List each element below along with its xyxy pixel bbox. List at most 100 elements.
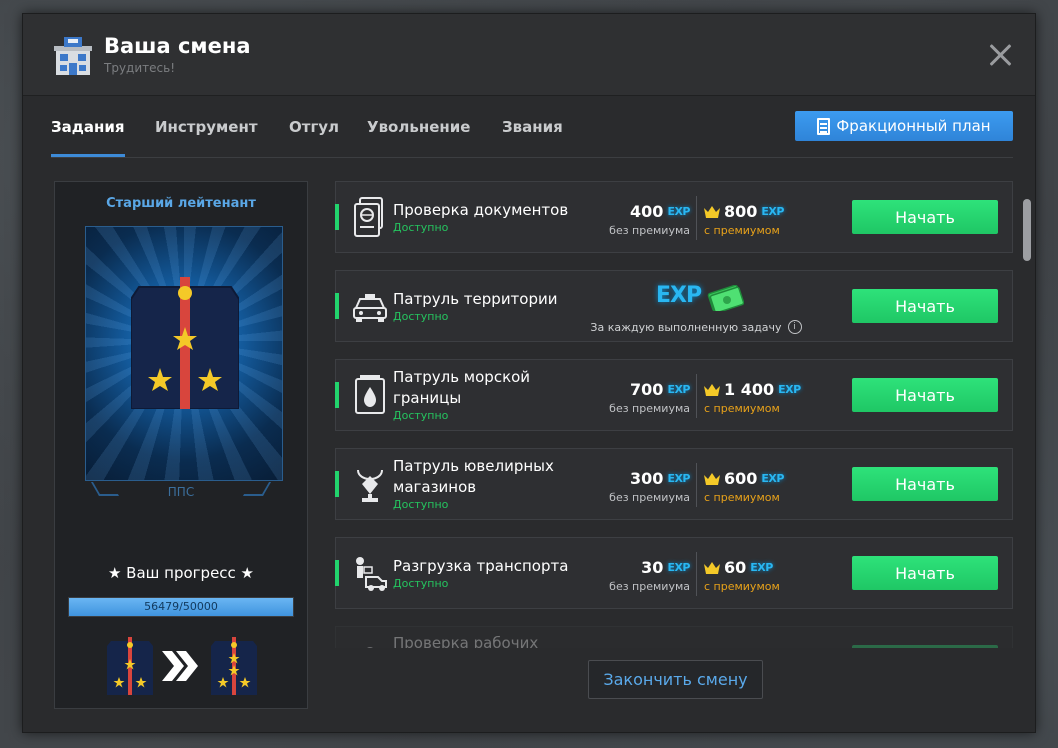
task-accent	[335, 471, 339, 497]
exp-icon: EXP	[667, 383, 690, 396]
task-accent	[335, 293, 339, 319]
start-button[interactable]: Начать	[852, 556, 998, 590]
crown-icon	[704, 472, 720, 485]
reward-divider	[696, 552, 697, 596]
task-accent	[335, 204, 339, 230]
per-task-reward: EXP За каждую выполненную задачу i	[586, 279, 806, 339]
start-button[interactable]: Начать	[852, 289, 998, 323]
rank-title: Старший лейтенант	[106, 196, 256, 211]
police-station-icon	[54, 37, 92, 75]
window-header: Ваша смена Трудитесь!	[23, 14, 1035, 96]
tabs-divider	[51, 157, 1013, 158]
exp-icon: EXP	[667, 205, 690, 218]
reward-premium-value: 60	[724, 558, 747, 577]
window-subtitle: Трудитесь!	[104, 61, 175, 75]
task-status: Доступно	[393, 577, 449, 590]
task-status: Доступно	[393, 409, 449, 422]
task-item: Проверка документов Доступно 400 EXP без …	[335, 181, 1013, 253]
jewelry-icon	[357, 469, 383, 502]
task-name: Патруль территории	[393, 290, 558, 308]
task-accent	[335, 382, 339, 408]
crown-icon	[704, 205, 720, 218]
task-item: Проверка рабочих	[335, 626, 1013, 648]
task-name: Проверка рабочих	[393, 634, 539, 648]
reward-base: 700 EXP без премиума	[609, 380, 690, 415]
no-premium-label: без премиума	[609, 402, 690, 415]
faction-plan-button[interactable]: Фракционный план	[795, 111, 1013, 141]
crown-icon	[704, 561, 720, 574]
window-title: Ваша смена	[104, 34, 251, 58]
finish-shift-button[interactable]: Закончить смену	[588, 660, 763, 699]
epaulette-icon	[131, 277, 239, 409]
task-name: Патруль ювелирных магазинов	[393, 457, 554, 496]
task-list: Проверка документов Доступно 400 EXP без …	[335, 181, 1015, 648]
rank-upgrade-preview	[107, 637, 257, 695]
double-chevron-icon	[162, 651, 198, 681]
start-button[interactable]: Начать	[852, 378, 998, 412]
task-name: Разгрузка транспорта	[393, 557, 569, 575]
task-accent	[335, 560, 339, 586]
exp-icon: EXP	[656, 283, 702, 308]
reward-divider	[696, 463, 697, 507]
task-name: Проверка документов	[393, 201, 569, 219]
exp-icon: EXP	[778, 383, 801, 396]
start-button[interactable]	[852, 645, 998, 648]
progress-bar: 56479/50000	[68, 597, 294, 617]
reward-premium: 600 EXP с премиумом	[704, 469, 784, 504]
tab-ranks[interactable]: Звания	[502, 118, 563, 136]
rank-card	[85, 226, 283, 481]
task-list-scrollbar[interactable]	[1023, 199, 1031, 261]
reward-base-value: 700	[630, 380, 664, 399]
loader-truck-icon	[356, 557, 387, 591]
tab-tasks[interactable]: Задания	[51, 118, 125, 136]
exp-icon: EXP	[761, 472, 784, 485]
no-premium-label: без премиума	[609, 580, 690, 593]
reward-premium-value: 1 400	[724, 380, 775, 399]
tab-resignation[interactable]: Увольнение	[367, 118, 470, 136]
task-item: Патруль территории Доступно EXP За кажду…	[335, 270, 1013, 342]
next-rank-epaulette-icon	[211, 637, 257, 695]
start-button[interactable]: Начать	[852, 467, 998, 501]
reward-premium-value: 800	[724, 202, 758, 221]
progress-label: ★ Ваш прогресс ★	[107, 564, 255, 582]
car-icon	[353, 294, 387, 322]
info-icon[interactable]: i	[787, 320, 802, 334]
rank-department: ППС	[167, 485, 195, 499]
exp-icon: EXP	[750, 561, 773, 574]
with-premium-label: с премиумом	[704, 580, 780, 593]
buoy-icon	[355, 375, 385, 414]
reward-base-value: 30	[641, 558, 664, 577]
tab-day-off[interactable]: Отгул	[289, 118, 339, 136]
with-premium-label: с премиумом	[704, 224, 780, 237]
worker-icon	[367, 647, 373, 648]
task-status: Доступно	[393, 310, 449, 323]
start-button[interactable]: Начать	[852, 200, 998, 234]
reward-premium: 1 400 EXP с премиумом	[704, 380, 801, 415]
crown-icon	[704, 383, 720, 396]
reward-base-value: 300	[630, 469, 664, 488]
reward-premium: 800 EXP с премиумом	[704, 202, 784, 237]
current-rank-epaulette-icon	[107, 637, 153, 695]
exp-icon: EXP	[667, 472, 690, 485]
reward-base: 30 EXP без премиума	[609, 558, 690, 593]
no-premium-label: без премиума	[609, 491, 690, 504]
with-premium-label: с премиумом	[704, 491, 780, 504]
document-icon	[817, 117, 831, 135]
reward-premium-value: 600	[724, 469, 758, 488]
exp-icon: EXP	[667, 561, 690, 574]
reward-base: 300 EXP без премиума	[609, 469, 690, 504]
task-status: Доступно	[393, 498, 449, 511]
money-icon	[707, 285, 744, 311]
progress-text: 56479/50000	[144, 600, 218, 613]
faction-plan-label: Фракционный план	[836, 117, 991, 135]
task-name: Патруль морской границы	[393, 368, 531, 407]
no-premium-label: без премиума	[609, 224, 690, 237]
tab-tools[interactable]: Инструмент	[155, 118, 258, 136]
with-premium-label: с премиумом	[704, 402, 780, 415]
shift-window: Ваша смена Трудитесь! Задания Инструмент…	[22, 13, 1036, 733]
close-button[interactable]	[987, 42, 1013, 68]
each-task-label: За каждую выполненную задачу	[590, 320, 782, 334]
reward-divider	[696, 196, 697, 240]
task-item: Разгрузка транспорта Доступно 30 EXP без …	[335, 537, 1013, 609]
task-item: Патруль морской границы Доступно 700 EXP …	[335, 359, 1013, 431]
